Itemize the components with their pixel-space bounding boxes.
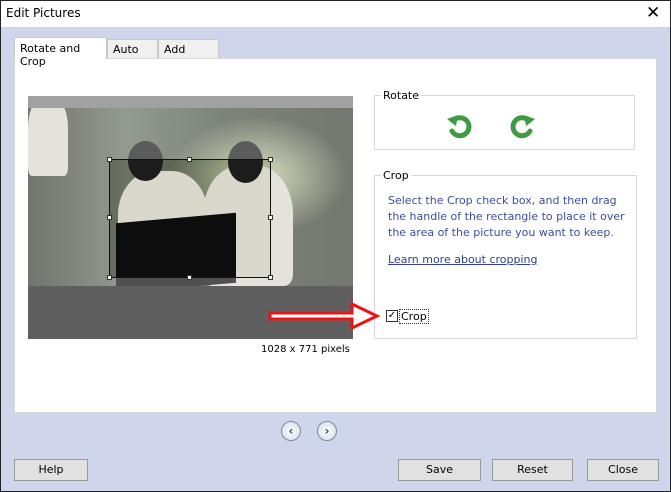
- window-title: Edit Pictures: [6, 6, 81, 20]
- crop-handle[interactable]: [187, 275, 192, 280]
- crop-handle[interactable]: [107, 215, 112, 220]
- rotate-group: Rotate: [374, 89, 635, 150]
- crop-handle[interactable]: [268, 157, 273, 162]
- rotate-right-icon[interactable]: [507, 111, 537, 141]
- crop-label: Crop: [381, 169, 411, 182]
- crop-handle[interactable]: [268, 215, 273, 220]
- tab-rotate-and-crop[interactable]: Rotate and Crop: [14, 37, 107, 68]
- crop-description: Select the Crop check box, and then drag…: [388, 194, 625, 239]
- tab-auto-fix[interactable]: Auto Fix: [107, 39, 158, 69]
- crop-checkbox[interactable]: ✓: [386, 310, 398, 322]
- crop-handle[interactable]: [268, 275, 273, 280]
- red-arrow-annotation: [268, 301, 381, 331]
- rotate-left-icon[interactable]: [445, 111, 475, 141]
- next-picture-button[interactable]: ›: [317, 421, 337, 441]
- learn-more-cropping-link[interactable]: Learn more about cropping: [388, 253, 538, 266]
- previous-picture-button[interactable]: ‹: [281, 421, 301, 441]
- help-button[interactable]: Help: [14, 459, 88, 481]
- close-window-icon[interactable]: ✕: [646, 3, 660, 23]
- crop-handle[interactable]: [107, 275, 112, 280]
- crop-checkbox-label[interactable]: Crop: [399, 309, 429, 324]
- crop-handle[interactable]: [107, 157, 112, 162]
- rotate-label: Rotate: [381, 89, 422, 102]
- image-dimensions: 1028 x 771 pixels: [261, 344, 350, 355]
- save-button[interactable]: Save: [398, 459, 481, 481]
- reset-button[interactable]: Reset: [492, 459, 573, 481]
- crop-rectangle[interactable]: [107, 157, 273, 280]
- edit-pictures-dialog: Edit Pictures ✕ Rotate and Crop Auto Fix…: [0, 0, 671, 492]
- crop-handle[interactable]: [187, 157, 192, 162]
- tab-add-effect[interactable]: Add Effect: [158, 39, 219, 69]
- close-button[interactable]: Close: [587, 459, 659, 481]
- title-bar: Edit Pictures ✕: [1, 1, 670, 27]
